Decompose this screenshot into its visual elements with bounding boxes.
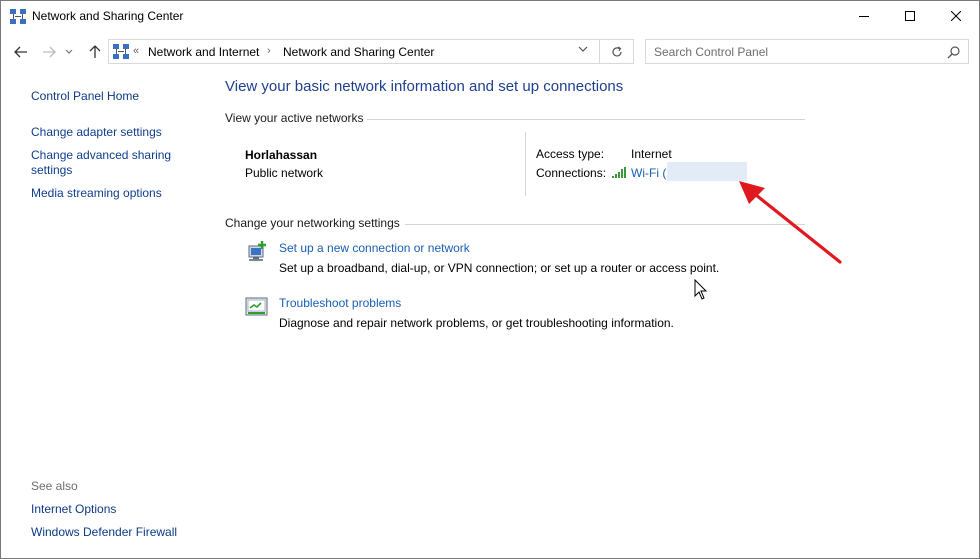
internet-options-link[interactable]: Internet Options	[31, 502, 116, 517]
network-type: Public network	[245, 166, 324, 180]
address-dropdown-button[interactable]	[576, 44, 590, 58]
breadcrumb-separator[interactable]: ›	[267, 45, 271, 57]
change-settings-heading: Change your networking settings	[225, 216, 400, 230]
windows-defender-firewall-link[interactable]: Windows Defender Firewall	[31, 525, 177, 540]
back-button[interactable]	[11, 43, 31, 61]
navigation-row: « Network and Internet › Network and Sha…	[1, 35, 979, 69]
breadcrumb-network-and-internet[interactable]: Network and Internet	[148, 45, 259, 59]
breadcrumb-overflow[interactable]: «	[133, 45, 139, 57]
forward-button[interactable]	[39, 43, 59, 61]
setup-new-connection-description: Set up a broadband, dial-up, or VPN conn…	[279, 261, 720, 275]
window: Network and Sharing Center « Network and…	[0, 0, 980, 559]
up-arrow-icon	[89, 45, 101, 58]
wifi-signal-icon	[612, 167, 626, 178]
access-type-value: Internet	[631, 147, 672, 161]
search-box[interactable]	[645, 39, 969, 64]
troubleshoot-icon	[245, 297, 268, 316]
page-title: View your basic network information and …	[225, 78, 624, 95]
chevron-down-icon	[578, 46, 588, 52]
new-connection-icon	[248, 241, 266, 261]
active-networks-heading: View your active networks	[225, 111, 364, 125]
mouse-cursor-icon	[694, 279, 708, 300]
chevron-down-icon	[65, 49, 73, 54]
access-type-label: Access type:	[536, 147, 605, 161]
minimize-button[interactable]	[841, 1, 887, 31]
troubleshoot-problems-link[interactable]: Troubleshoot problems	[279, 296, 401, 310]
address-bar[interactable]: « Network and Internet › Network and Sha…	[108, 39, 600, 64]
search-icon[interactable]	[947, 45, 961, 59]
divider	[367, 119, 805, 120]
network-center-icon	[10, 9, 26, 24]
title-bar: Network and Sharing Center	[1, 1, 979, 33]
change-advanced-sharing-settings-link[interactable]: Change advanced sharing settings	[31, 148, 181, 178]
wifi-connection-link[interactable]: Wi-Fi (	[631, 166, 666, 180]
change-adapter-settings-link[interactable]: Change adapter settings	[31, 125, 162, 140]
media-streaming-options-link[interactable]: Media streaming options	[31, 186, 162, 201]
minimize-icon	[859, 16, 869, 17]
close-button[interactable]	[933, 1, 979, 31]
network-name: Horlahassan	[245, 148, 318, 162]
network-center-icon	[113, 44, 129, 59]
divider	[525, 132, 526, 196]
annotation-arrow-icon	[739, 181, 842, 264]
maximize-icon	[905, 11, 915, 21]
connections-label: Connections:	[536, 166, 607, 180]
setup-new-connection-link[interactable]: Set up a new connection or network	[279, 241, 470, 255]
see-also-heading: See also	[31, 479, 78, 493]
window-title: Network and Sharing Center	[32, 9, 184, 23]
recent-locations-button[interactable]	[63, 43, 75, 61]
up-button[interactable]	[85, 43, 105, 61]
control-panel-home-link[interactable]: Control Panel Home	[31, 89, 139, 104]
search-input[interactable]	[654, 44, 934, 60]
maximize-button[interactable]	[887, 1, 933, 31]
breadcrumb-network-and-sharing-center[interactable]: Network and Sharing Center	[283, 45, 434, 59]
close-icon	[951, 11, 961, 21]
refresh-button[interactable]	[600, 39, 634, 64]
refresh-icon	[611, 45, 622, 56]
back-arrow-icon	[14, 46, 27, 58]
sidebar: Control Panel Home Change adapter settin…	[1, 69, 206, 559]
troubleshoot-problems-description: Diagnose and repair network problems, or…	[279, 316, 674, 330]
forward-arrow-icon	[43, 46, 56, 58]
